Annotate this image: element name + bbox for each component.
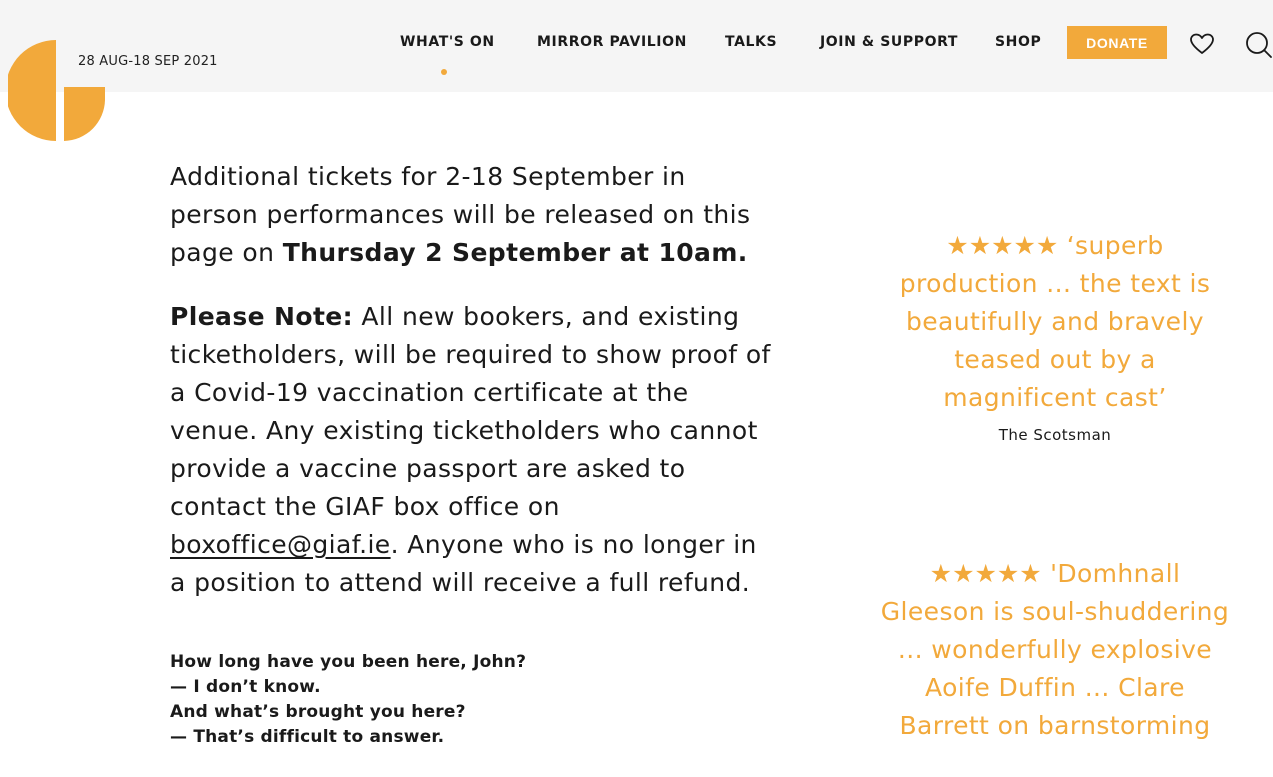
nav-item-shop[interactable]: SHOP (995, 34, 1041, 50)
ticket-release-paragraph: Additional tickets for 2-18 September in… (170, 158, 780, 272)
covid-notice-paragraph: Please Note: All new bookers, and existi… (170, 298, 780, 602)
main-content: Additional tickets for 2-18 September in… (170, 158, 780, 750)
active-nav-indicator (441, 69, 447, 75)
excerpt-line: And what’s brought you here? (170, 702, 466, 722)
review-quote: ★★★★★ ‘superb production ... the text is… (880, 227, 1230, 445)
review-source: The Scotsman (998, 426, 1112, 444)
nav-item-talks[interactable]: TALKS (725, 34, 777, 50)
festival-dates: 28 AUG-18 SEP 2021 (78, 54, 218, 69)
release-date-text: Thursday 2 September at 10am. (282, 238, 748, 267)
star-rating: ★★★★★ (929, 559, 1042, 588)
please-note-label: Please Note: (170, 302, 354, 331)
search-icon[interactable] (1244, 30, 1272, 58)
box-office-email-link[interactable]: boxoffice@giaf.ie (170, 530, 391, 559)
heart-icon[interactable] (1188, 30, 1216, 58)
nav-item-join-support[interactable]: JOIN & SUPPORT (820, 34, 958, 50)
excerpt-line: How long have you been here, John? (170, 652, 527, 672)
covid-notice-text: All new bookers, and existing tickethold… (170, 302, 771, 521)
play-excerpt: How long have you been here, John? — I d… (170, 650, 780, 750)
nav-item-mirror-pavilion[interactable]: MIRROR PAVILION (537, 34, 687, 50)
site-header: 28 AUG-18 SEP 2021 WHAT'S ON MIRROR PAVI… (0, 0, 1273, 92)
nav-item-whats-on[interactable]: WHAT'S ON (400, 34, 495, 50)
excerpt-line: — That’s difficult to answer. (170, 727, 445, 747)
excerpt-line: — I don’t know. (170, 677, 321, 697)
review-quote: ★★★★★ 'Domhnall Gleeson is soul-shudderi… (880, 555, 1230, 745)
star-rating: ★★★★★ (946, 231, 1059, 260)
donate-button[interactable]: DONATE (1067, 26, 1167, 59)
